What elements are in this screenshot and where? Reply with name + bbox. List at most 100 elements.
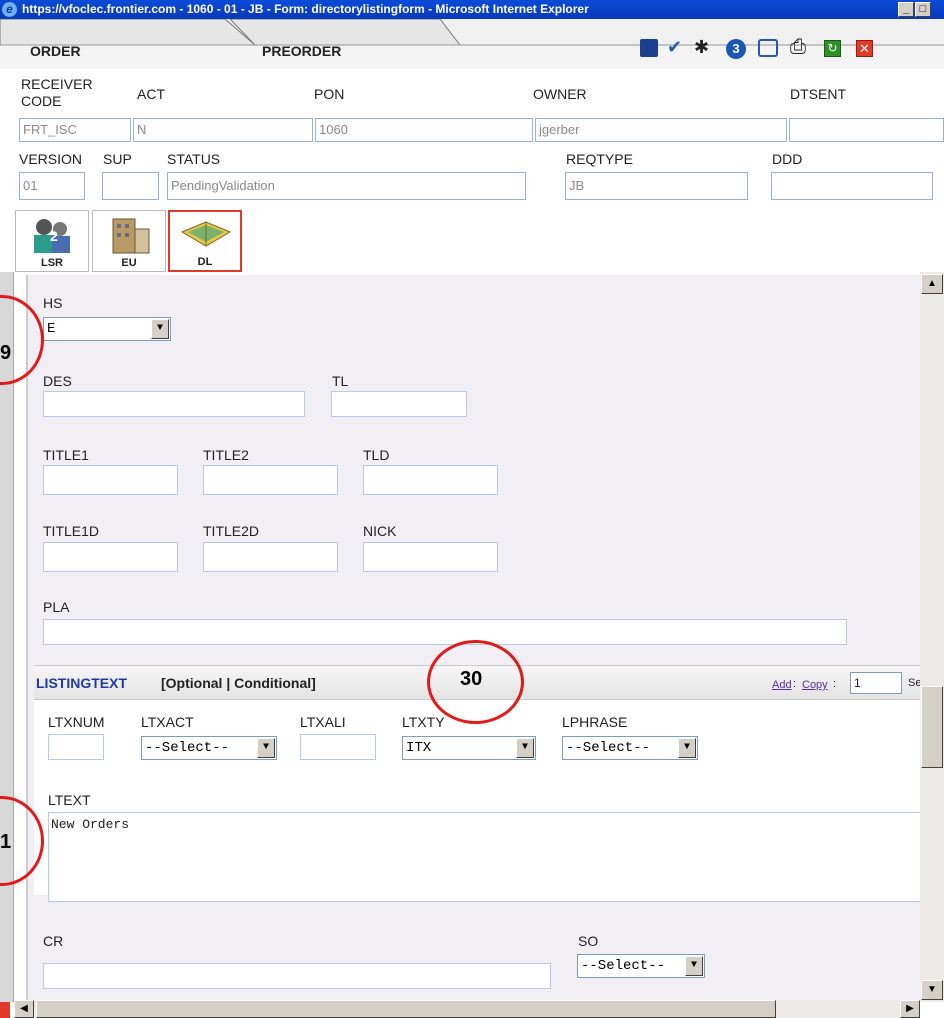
vertical-scrollbar[interactable]: ▲ ▼	[920, 272, 944, 1002]
cr-input[interactable]	[43, 963, 551, 989]
ddd-field[interactable]	[771, 172, 933, 200]
ltxali-input[interactable]	[300, 734, 376, 760]
minimize-button[interactable]: _	[898, 2, 914, 17]
ltxty-label: LTXTY	[402, 714, 445, 730]
scroll-thumb[interactable]	[921, 686, 943, 768]
floppy-disk-icon[interactable]	[640, 39, 658, 57]
lsr-people-icon: 2	[34, 219, 70, 253]
pla-label: PLA	[43, 599, 70, 615]
horizontal-scroll-thumb[interactable]	[36, 1000, 776, 1018]
listingtext-title: LISTINGTEXT	[36, 675, 127, 691]
title1-input[interactable]	[43, 465, 178, 495]
scroll-right-icon[interactable]: ▶	[900, 1000, 920, 1018]
title1d-label: TITLE1D	[43, 523, 100, 539]
title2-input[interactable]	[203, 465, 338, 495]
lphrase-label: LPHRASE	[562, 714, 628, 730]
chevron-down-icon[interactable]: ▼	[516, 738, 534, 758]
ltxnum-label: LTXNUM	[48, 714, 105, 730]
so-select[interactable]: --Select-- ▼	[577, 954, 705, 978]
title2-label: TITLE2	[203, 447, 249, 463]
tld-input[interactable]	[363, 465, 498, 495]
sup-field[interactable]	[102, 172, 159, 200]
add-link[interactable]: Add	[772, 679, 792, 691]
chevron-down-icon[interactable]: ▼	[678, 738, 696, 758]
ltxty-select[interactable]: ITX ▼	[402, 736, 536, 760]
nick-input[interactable]	[363, 542, 498, 572]
lphrase-select[interactable]: --Select-- ▼	[562, 736, 698, 760]
so-value: --Select--	[581, 958, 666, 974]
tld-label: TLD	[363, 447, 390, 463]
eu-building-icon	[112, 218, 150, 254]
scroll-left-icon[interactable]: ◀	[14, 1000, 34, 1018]
toolbar: ✔ ✱ 3 ⎙ ↻ ✕	[640, 36, 940, 61]
section-trailing-text: Se	[908, 677, 920, 689]
callout-number-left-top: 9	[0, 342, 12, 364]
refresh-icon[interactable]: ↻	[824, 40, 841, 57]
reqtype-label: REQTYPE	[566, 151, 633, 167]
dtsent-field[interactable]	[789, 118, 944, 142]
tl-label: TL	[332, 373, 349, 389]
eu-icon-button[interactable]: EU	[92, 210, 166, 272]
ddd-label: DDD	[772, 151, 803, 167]
hs-select[interactable]: E ▼	[43, 317, 171, 341]
ltxact-label: LTXACT	[141, 714, 194, 730]
des-input[interactable]	[43, 391, 305, 417]
ie-logo-icon: e	[2, 2, 17, 17]
title1d-input[interactable]	[43, 542, 178, 572]
owner-label: OWNER	[533, 86, 587, 102]
ltext-textarea[interactable]: New Orders	[48, 812, 920, 902]
pon-field[interactable]: 1060	[315, 118, 533, 142]
act-label: ACT	[137, 86, 165, 102]
owner-field[interactable]: jgerber	[535, 118, 787, 142]
ltxnum-input[interactable]	[48, 734, 104, 760]
lphrase-value: --Select--	[566, 740, 651, 756]
copy-count-input[interactable]: 1	[850, 672, 902, 694]
reqtype-field[interactable]: JB	[565, 172, 748, 200]
status-field[interactable]: PendingValidation	[167, 172, 526, 200]
version-field[interactable]: 01	[19, 172, 85, 200]
checkmark-icon[interactable]: ✔	[667, 37, 682, 58]
receiver-code-field[interactable]: FRT_ISC	[19, 118, 131, 142]
ltxali-label: LTXALI	[300, 714, 346, 730]
dl-caption: DL	[197, 256, 213, 268]
chevron-down-icon[interactable]: ▼	[685, 956, 703, 976]
scroll-up-icon[interactable]: ▲	[921, 274, 943, 294]
act-field[interactable]: N	[133, 118, 313, 142]
tab-order[interactable]: ORDER	[30, 43, 81, 59]
pon-label: PON	[314, 86, 345, 102]
callout-number-mid: 30	[460, 668, 483, 690]
running-man-icon[interactable]: ✱	[694, 37, 709, 58]
callout-number-left-bottom: 1	[0, 831, 12, 853]
title1-label: TITLE1	[43, 447, 89, 463]
dtsent-label: DTSENT	[790, 86, 846, 102]
printer-icon[interactable]: ⎙	[790, 36, 806, 59]
status-label: STATUS	[167, 151, 221, 167]
window-title-bar: e https://vfoclec.frontier.com - 1060 - …	[0, 0, 944, 19]
nick-label: NICK	[363, 523, 397, 539]
tab-preorder[interactable]: PREORDER	[262, 43, 341, 59]
ltxact-select[interactable]: --Select-- ▼	[141, 736, 277, 760]
title2d-label: TITLE2D	[203, 523, 260, 539]
scroll-down-icon[interactable]: ▼	[921, 980, 943, 1000]
chevron-down-icon[interactable]: ▼	[151, 319, 169, 339]
tl-input[interactable]	[331, 391, 467, 417]
count-badge[interactable]: 3	[726, 39, 746, 59]
lsr-caption: LSR	[41, 257, 63, 269]
book-icon[interactable]	[758, 39, 778, 57]
dl-icon-button[interactable]: DL	[168, 210, 242, 272]
restore-button[interactable]: □	[915, 2, 931, 17]
chevron-down-icon[interactable]: ▼	[257, 738, 275, 758]
hs-label: HS	[43, 295, 63, 311]
red-marker	[0, 1002, 10, 1018]
horizontal-scrollbar[interactable]: ◀ ▶	[14, 1000, 920, 1018]
copy-link[interactable]: Copy	[802, 679, 828, 691]
title2d-input[interactable]	[203, 542, 338, 572]
des-label: DES	[43, 373, 72, 389]
lsr-icon-button[interactable]: 2 LSR	[15, 210, 89, 272]
link-separator: :	[790, 678, 800, 690]
close-form-icon[interactable]: ✕	[856, 40, 873, 57]
eu-caption: EU	[121, 257, 137, 269]
pla-input[interactable]	[43, 619, 847, 645]
dl-directory-book-icon	[180, 221, 232, 247]
cr-label: CR	[43, 933, 64, 949]
